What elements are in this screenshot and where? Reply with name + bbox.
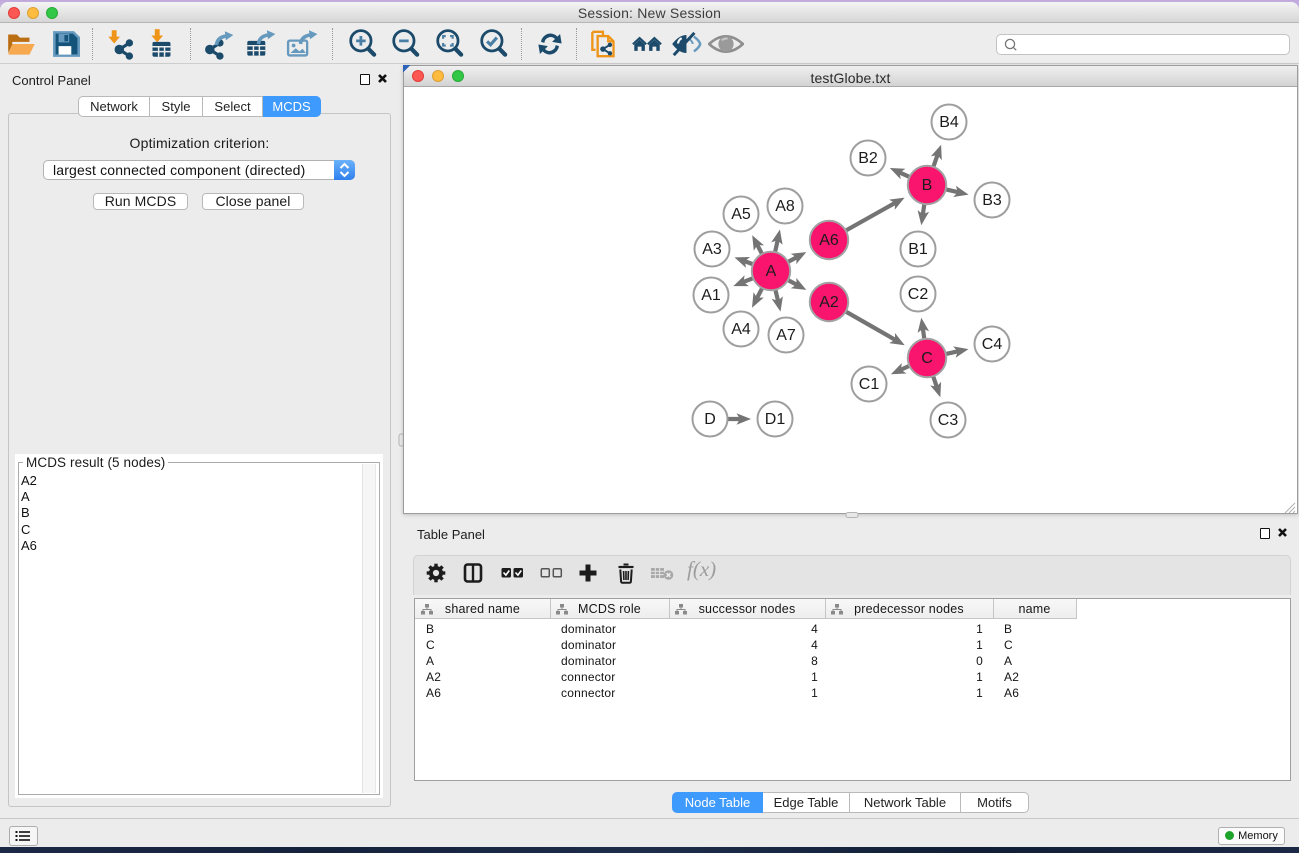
svg-text:A3: A3 [702, 241, 722, 258]
svg-text:A5: A5 [731, 206, 751, 223]
svg-text:B3: B3 [982, 192, 1002, 209]
svg-text:B1: B1 [908, 241, 928, 258]
svg-text:B4: B4 [939, 114, 959, 131]
svg-text:A6: A6 [819, 232, 839, 249]
svg-text:C3: C3 [938, 412, 959, 429]
svg-text:D: D [704, 411, 716, 428]
svg-text:C2: C2 [908, 286, 929, 303]
svg-text:B2: B2 [858, 150, 878, 167]
svg-text:A8: A8 [775, 198, 795, 215]
svg-text:A2: A2 [819, 294, 839, 311]
svg-text:A1: A1 [701, 287, 721, 304]
svg-text:C1: C1 [859, 376, 880, 393]
svg-text:A7: A7 [776, 327, 796, 344]
svg-text:C4: C4 [982, 336, 1003, 353]
svg-text:C: C [921, 350, 933, 367]
svg-text:A: A [766, 263, 777, 280]
svg-text:B: B [922, 177, 933, 194]
svg-text:A4: A4 [731, 321, 751, 338]
svg-text:D1: D1 [765, 411, 786, 428]
